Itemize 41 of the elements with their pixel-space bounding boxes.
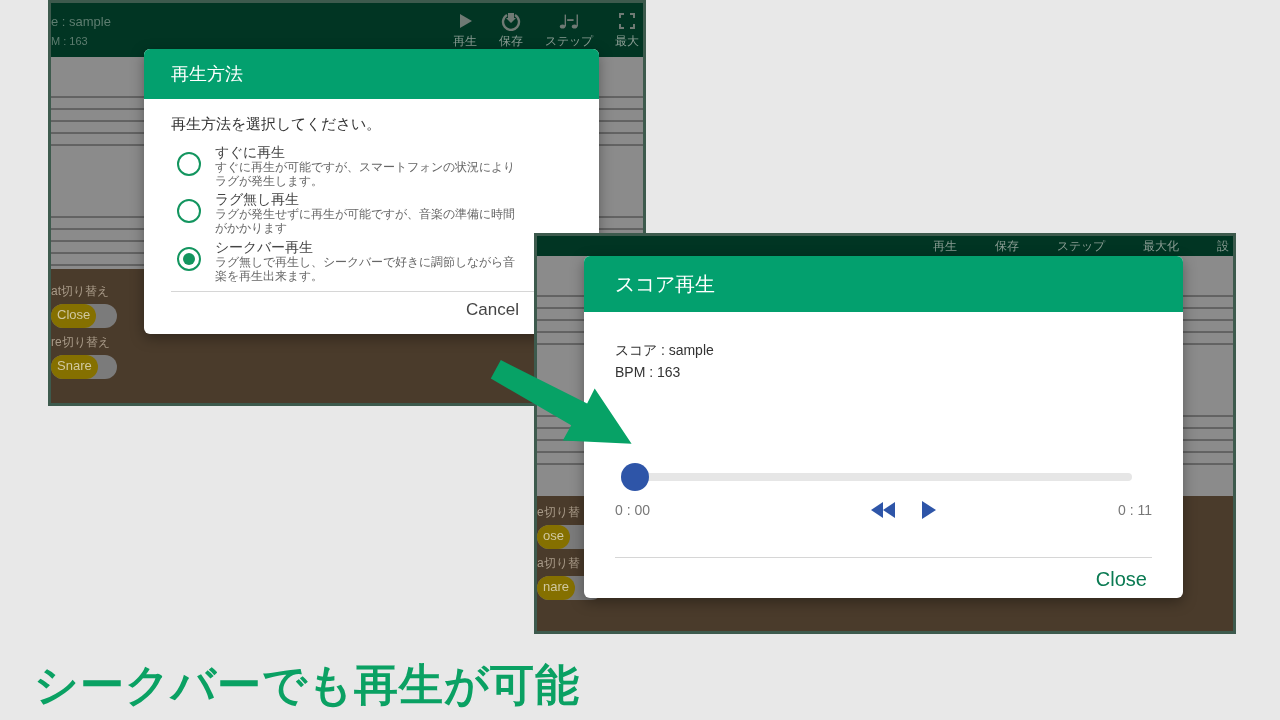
option-description: ラグ無しで再生し、シークバーで好きに調節しながら音楽を再生出来ます。 [215, 255, 515, 284]
bpm-label: BPM : 163 [615, 364, 682, 380]
toggle-label: re切り替え [51, 334, 110, 351]
dialog-title: 再生方法 [144, 49, 599, 99]
play-button[interactable] [921, 501, 937, 519]
download-icon [500, 11, 522, 31]
toolbar-label[interactable]: 保存 [499, 33, 523, 50]
toolbar-label[interactable]: 保存 [995, 237, 1019, 255]
toggle-label: at切り替え [51, 283, 109, 300]
toggle-switch[interactable]: Close [51, 304, 117, 328]
toolbar-label[interactable]: 再生 [453, 33, 477, 50]
toolbar-label[interactable]: ステップ [1057, 237, 1105, 255]
score-name: スコア : sample [615, 342, 715, 360]
toggle-label: e切り替 [537, 504, 580, 521]
fullscreen-icon [616, 11, 638, 31]
total-time: 0 : 11 [1118, 502, 1152, 518]
radio-button[interactable] [177, 152, 201, 176]
toggle-label: a切り替 [537, 555, 580, 572]
elapsed-time: 0 : 00 [615, 502, 651, 518]
option-label: すぐに再生 [215, 146, 286, 161]
cancel-button[interactable]: Cancel [466, 300, 519, 321]
toolbar-label[interactable]: 再生 [933, 237, 957, 255]
rewind-button[interactable] [871, 502, 895, 518]
toolbar-label[interactable]: 最大 [615, 33, 639, 50]
toolbar-label[interactable]: 設 [1217, 237, 1229, 255]
option-label: シークバー再生 [215, 240, 314, 256]
option-description: ラグが発生せずに再生が可能ですが、音楽の準備に時間がかかります [215, 208, 515, 236]
bpm-label: M : 163 [51, 35, 88, 47]
toggle-switch[interactable]: Snare [51, 355, 117, 379]
seek-thumb[interactable] [621, 463, 649, 491]
dialog-title: スコア再生 [584, 256, 1183, 312]
toolbar-label[interactable]: ステップ [545, 33, 593, 50]
option-description: すぐに再生が可能ですが、スマートフォンの状況によりラグが発生します。 [215, 160, 515, 189]
toolbar-label[interactable]: 最大化 [1143, 237, 1179, 255]
dialog-prompt: 再生方法を選択してください。 [171, 115, 382, 134]
caption: シークバーでも再生が可能 [34, 659, 580, 711]
option-label: ラグ無し再生 [215, 193, 300, 208]
radio-button[interactable] [177, 199, 201, 224]
radio-button[interactable] [177, 246, 201, 271]
close-button[interactable]: Close [1095, 568, 1147, 591]
score-title: e : sample [51, 14, 111, 29]
